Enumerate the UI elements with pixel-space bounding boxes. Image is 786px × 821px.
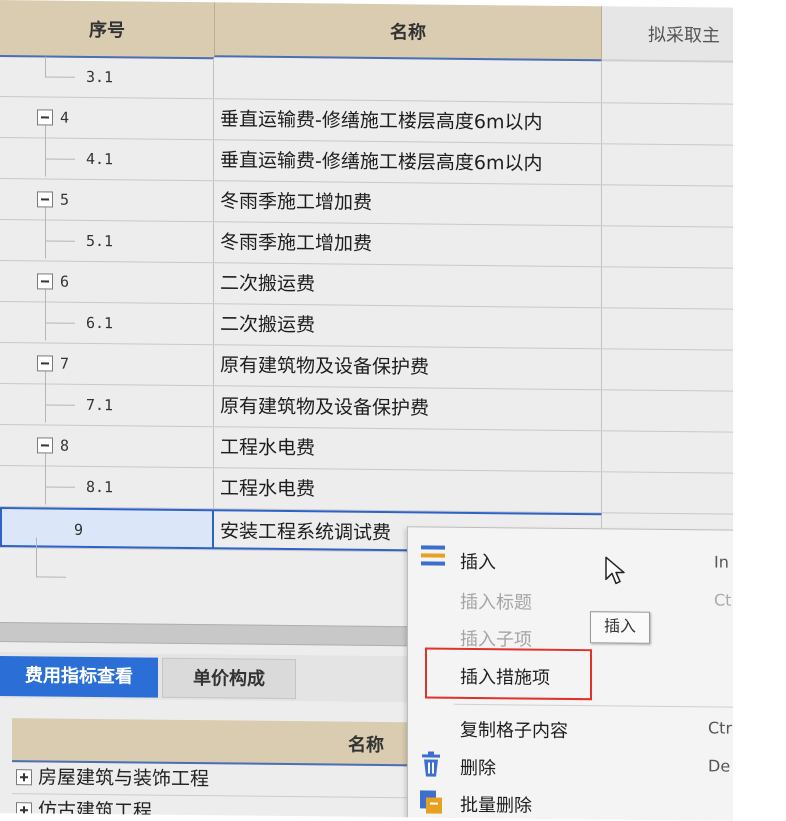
plan-cell[interactable] bbox=[602, 349, 733, 390]
name-cell[interactable]: 原有建筑物及设备保护费 bbox=[214, 345, 602, 390]
tree-guide-line bbox=[36, 537, 37, 578]
plan-cell[interactable] bbox=[602, 308, 733, 349]
plan-cell[interactable] bbox=[602, 390, 733, 431]
menu-item-insert-title-shortcut: Ct bbox=[714, 590, 732, 610]
row-code: 7.1 bbox=[86, 395, 114, 415]
row-code: 4.1 bbox=[86, 149, 114, 169]
name-cell[interactable]: 二次搬运费 bbox=[214, 263, 602, 308]
seq-cell[interactable]: 8.1 bbox=[0, 466, 214, 509]
name-cell[interactable]: 垂直运输费-修缮施工楼层高度6m以内 bbox=[214, 99, 602, 144]
plan-cell[interactable] bbox=[602, 472, 733, 513]
name-cell[interactable]: 二次搬运费 bbox=[214, 304, 602, 349]
row-code: 3.1 bbox=[86, 67, 114, 87]
plan-cell[interactable] bbox=[602, 431, 733, 472]
tree-guide-line bbox=[45, 220, 46, 241]
menu-item-insert-label: 插入 bbox=[460, 551, 496, 574]
name-cell[interactable]: 工程水电费 bbox=[214, 427, 602, 472]
seq-cell[interactable]: 5.1 bbox=[0, 220, 214, 263]
seq-cell[interactable]: 5 bbox=[0, 179, 214, 259]
bottom-row-label: 仿古建筑工程 bbox=[38, 799, 153, 821]
tab-unit-price-label: 单价构成 bbox=[193, 668, 265, 690]
collapse-minus-icon[interactable] bbox=[37, 191, 53, 208]
screen: 序号 名称 拟采取主 3.1 4 垂直运输费-修缮施工楼层高度6m以内 4.1 垂直运输… bbox=[0, 0, 733, 821]
column-header-seq-label: 序号 bbox=[89, 19, 125, 41]
row-code: 5 bbox=[60, 190, 70, 209]
tree-guide-line bbox=[45, 322, 75, 324]
tree-guide-line bbox=[45, 56, 46, 77]
seq-cell[interactable]: 6 bbox=[0, 261, 214, 341]
menu-item-delete-label: 删除 bbox=[460, 757, 496, 780]
expand-plus-icon[interactable] bbox=[16, 802, 32, 819]
seq-cell[interactable]: 4.1 bbox=[0, 138, 214, 181]
tree-guide-line bbox=[45, 384, 46, 405]
plan-cell[interactable] bbox=[602, 267, 733, 308]
mouse-cursor-icon bbox=[605, 556, 625, 585]
column-header-plan[interactable]: 拟采取主 bbox=[602, 6, 733, 63]
tree-guide-line bbox=[45, 158, 75, 160]
row-code: 6 bbox=[60, 272, 70, 291]
menu-item-copy-cell-label: 复制格子内容 bbox=[460, 719, 568, 742]
menu-separator bbox=[454, 703, 733, 708]
name-cell[interactable] bbox=[214, 58, 602, 103]
collapse-minus-icon[interactable] bbox=[37, 437, 53, 454]
seq-cell[interactable]: 7.1 bbox=[0, 384, 214, 427]
tree-guide-line bbox=[45, 240, 75, 242]
name-cell[interactable]: 冬雨季施工增加费 bbox=[214, 222, 602, 267]
tooltip: 插入 bbox=[590, 611, 650, 644]
tree-guide-line bbox=[45, 486, 75, 488]
tab-cost-index-label: 费用指标查看 bbox=[25, 665, 133, 688]
seq-cell[interactable]: 8 bbox=[0, 425, 214, 505]
row-code: 4 bbox=[60, 108, 70, 127]
plan-cell[interactable] bbox=[602, 226, 733, 267]
collapse-minus-icon[interactable] bbox=[37, 355, 53, 372]
collapse-minus-icon[interactable] bbox=[37, 109, 53, 126]
name-cell[interactable]: 垂直运输费-修缮施工楼层高度6m以内 bbox=[214, 140, 602, 185]
row-code: 7 bbox=[60, 354, 70, 373]
tree-guide-line bbox=[45, 138, 46, 159]
name-cell[interactable]: 工程水电费 bbox=[214, 468, 602, 513]
plan-cell[interactable] bbox=[602, 185, 733, 226]
seq-cell[interactable]: 4 bbox=[0, 97, 214, 177]
tree-guide-line bbox=[36, 576, 66, 578]
batch-delete-icon bbox=[420, 790, 442, 814]
seq-cell[interactable]: 7 bbox=[0, 343, 214, 423]
highlight-box bbox=[425, 647, 592, 701]
column-header-name-label: 名称 bbox=[390, 21, 426, 43]
menu-item-copy-cell-shortcut: Ctr bbox=[708, 718, 733, 738]
column-header-seq[interactable]: 序号 bbox=[0, 0, 214, 60]
seq-cell[interactable]: 3.1 bbox=[0, 56, 214, 99]
bottom-grid-header-label: 名称 bbox=[348, 734, 384, 757]
insert-rows-icon bbox=[421, 545, 445, 566]
row-code: 5.1 bbox=[86, 231, 114, 251]
plan-cell[interactable] bbox=[602, 103, 733, 144]
menu-item-insert-shortcut: In bbox=[714, 552, 729, 572]
plan-cell[interactable] bbox=[602, 144, 733, 185]
row-code: 8.1 bbox=[86, 477, 114, 497]
row-code: 6.1 bbox=[86, 313, 114, 333]
tooltip-label: 插入 bbox=[603, 616, 636, 636]
name-cell[interactable]: 原有建筑物及设备保护费 bbox=[214, 386, 602, 431]
tab-unit-price[interactable]: 单价构成 bbox=[162, 657, 296, 700]
menu-item-batch-delete-label: 批量删除 bbox=[460, 794, 532, 817]
tree-guide-line bbox=[45, 466, 46, 487]
trash-icon bbox=[422, 751, 440, 777]
tree-guide-line bbox=[45, 76, 75, 78]
tree-guide-line bbox=[45, 302, 46, 323]
tree-guide-line bbox=[45, 404, 75, 406]
tab-cost-index[interactable]: 费用指标查看 bbox=[0, 656, 158, 698]
menu-item-insert-title-label: 插入标题 bbox=[460, 591, 532, 614]
seq-cell[interactable]: 6.1 bbox=[0, 302, 214, 345]
column-header-name[interactable]: 名称 bbox=[214, 2, 602, 62]
expand-plus-icon[interactable] bbox=[16, 769, 32, 786]
column-header-plan-label: 拟采取主 bbox=[648, 24, 720, 47]
seq-cell[interactable]: 9 bbox=[0, 507, 214, 550]
row-code: 9 bbox=[74, 520, 84, 539]
name-cell[interactable]: 冬雨季施工增加费 bbox=[214, 181, 602, 226]
bottom-row-label: 房屋建筑与装饰工程 bbox=[38, 766, 210, 791]
plan-cell[interactable] bbox=[602, 62, 733, 103]
collapse-minus-icon[interactable] bbox=[37, 273, 53, 290]
row-code: 8 bbox=[60, 436, 70, 455]
menu-item-delete-shortcut: De bbox=[708, 756, 731, 776]
